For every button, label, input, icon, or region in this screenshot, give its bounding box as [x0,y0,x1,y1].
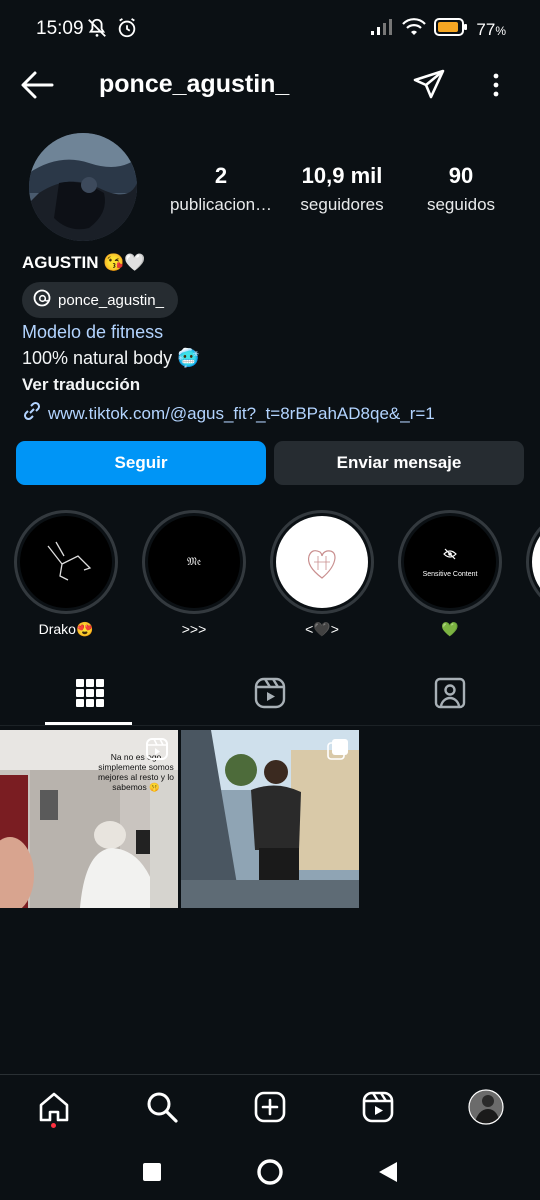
notification-dot [51,1123,56,1128]
back-button[interactable] [20,70,56,102]
tab-reels[interactable] [180,664,360,726]
stat-followers[interactable]: 10,9 mil seguidores [277,162,407,220]
profile-category: Modelo de fitness [22,322,164,342]
nav-profile[interactable] [466,1088,506,1130]
highlight-label: 💚 [441,621,459,637]
system-navigation-bar [0,1146,540,1200]
carousel-icon [327,738,349,760]
profile-header: ponce_agustin_ [0,60,540,112]
highlight-cover: 𝔐𝔢 [148,516,240,608]
highlight-item-partial[interactable] [526,510,540,614]
profile-avatar [468,1088,504,1130]
follow-button[interactable]: Seguir [16,441,266,485]
highlight-cover: Sensitive Content [404,516,496,608]
tagged-icon [434,677,466,714]
status-time: 15:09 [36,18,84,39]
square-icon [142,1162,162,1187]
grid-icon [75,678,105,713]
see-translation-link[interactable]: Ver traducción [22,375,140,395]
highlight-cover [20,516,112,608]
nav-home[interactable] [34,1089,74,1129]
recent-apps-button[interactable] [132,1154,172,1194]
battery-text: 77% [476,19,506,39]
highlight-label: <🖤> [305,621,339,637]
profile-link[interactable]: www.tiktok.com/@agus_fit?_t=8rBPahAD8qe&… [22,401,435,426]
reels-icon [361,1090,395,1129]
page-title: ponce_agustin_ [99,70,290,98]
highlight-item[interactable]: <🖤> [270,510,374,638]
home-system-button[interactable] [250,1154,290,1194]
stat-following[interactable]: 90 seguidos [396,162,526,220]
display-name: AGUSTIN 😘🤍 [22,253,146,272]
stat-posts-value: 2 [214,163,228,188]
bottom-navigation [0,1074,540,1146]
wifi-icon [402,17,427,42]
profile-tabs [0,664,540,726]
eye-slash-icon [443,547,457,565]
more-options-button[interactable] [484,70,508,102]
more-vertical-icon [484,73,508,104]
send-message-button[interactable] [412,68,448,104]
profile-avatar[interactable] [29,133,137,241]
threads-icon [32,288,52,312]
search-icon [145,1090,179,1129]
stat-followers-label: seguidores [300,195,384,214]
battery-icon [434,18,468,41]
alarm-icon [116,17,138,44]
threads-handle: ponce_agustin_ [58,291,164,309]
tab-tagged[interactable] [360,664,540,726]
signal-icon [370,18,394,41]
highlight-label: Drako😍 [38,621,94,637]
highlight-item[interactable]: 𝔐𝔢 >>> [142,510,246,638]
active-tab-indicator [45,722,132,725]
nav-create[interactable] [250,1089,290,1129]
back-arrow-icon [20,71,54,104]
highlight-label: >>> [181,621,207,637]
send-icon [412,69,446,106]
system-back-button[interactable] [368,1154,408,1194]
nav-reels[interactable] [358,1089,398,1129]
highlight-item[interactable]: Drako😍 [14,510,118,638]
threads-badge[interactable]: ponce_agustin_ [22,282,178,318]
stat-following-value: 90 [448,163,474,188]
highlight-cover-text: Sensitive Content [422,570,478,578]
stat-posts[interactable]: 2 publicacion… [156,162,286,220]
highlight-item[interactable]: Sensitive Content 💚 [398,510,502,638]
highlight-cover-text: 𝔐𝔢 [186,555,202,568]
status-bar: 15:09 77% [0,0,540,60]
mute-icon [86,17,108,44]
stat-posts-label: publicacion… [169,195,273,214]
link-text: www.tiktok.com/@agus_fit?_t=8rBPahAD8qe&… [48,403,435,423]
nav-search[interactable] [142,1089,182,1129]
stat-following-label: seguidos [426,195,496,214]
grid-post[interactable] [181,730,359,908]
reel-icon [146,738,168,760]
bio-text: 100% natural body 🥶 [22,348,200,368]
triangle-back-icon [377,1160,399,1189]
link-icon [22,401,42,426]
circle-icon [256,1158,284,1191]
reels-icon [254,677,286,714]
stat-followers-value: 10,9 mil [301,163,383,188]
create-icon [253,1090,287,1129]
tab-grid[interactable] [0,664,180,726]
send-message-text-button[interactable]: Enviar mensaje [274,441,524,485]
grid-post[interactable]: Na no es ego simplemente somos mejores a… [0,730,178,908]
highlight-cover [276,516,368,608]
